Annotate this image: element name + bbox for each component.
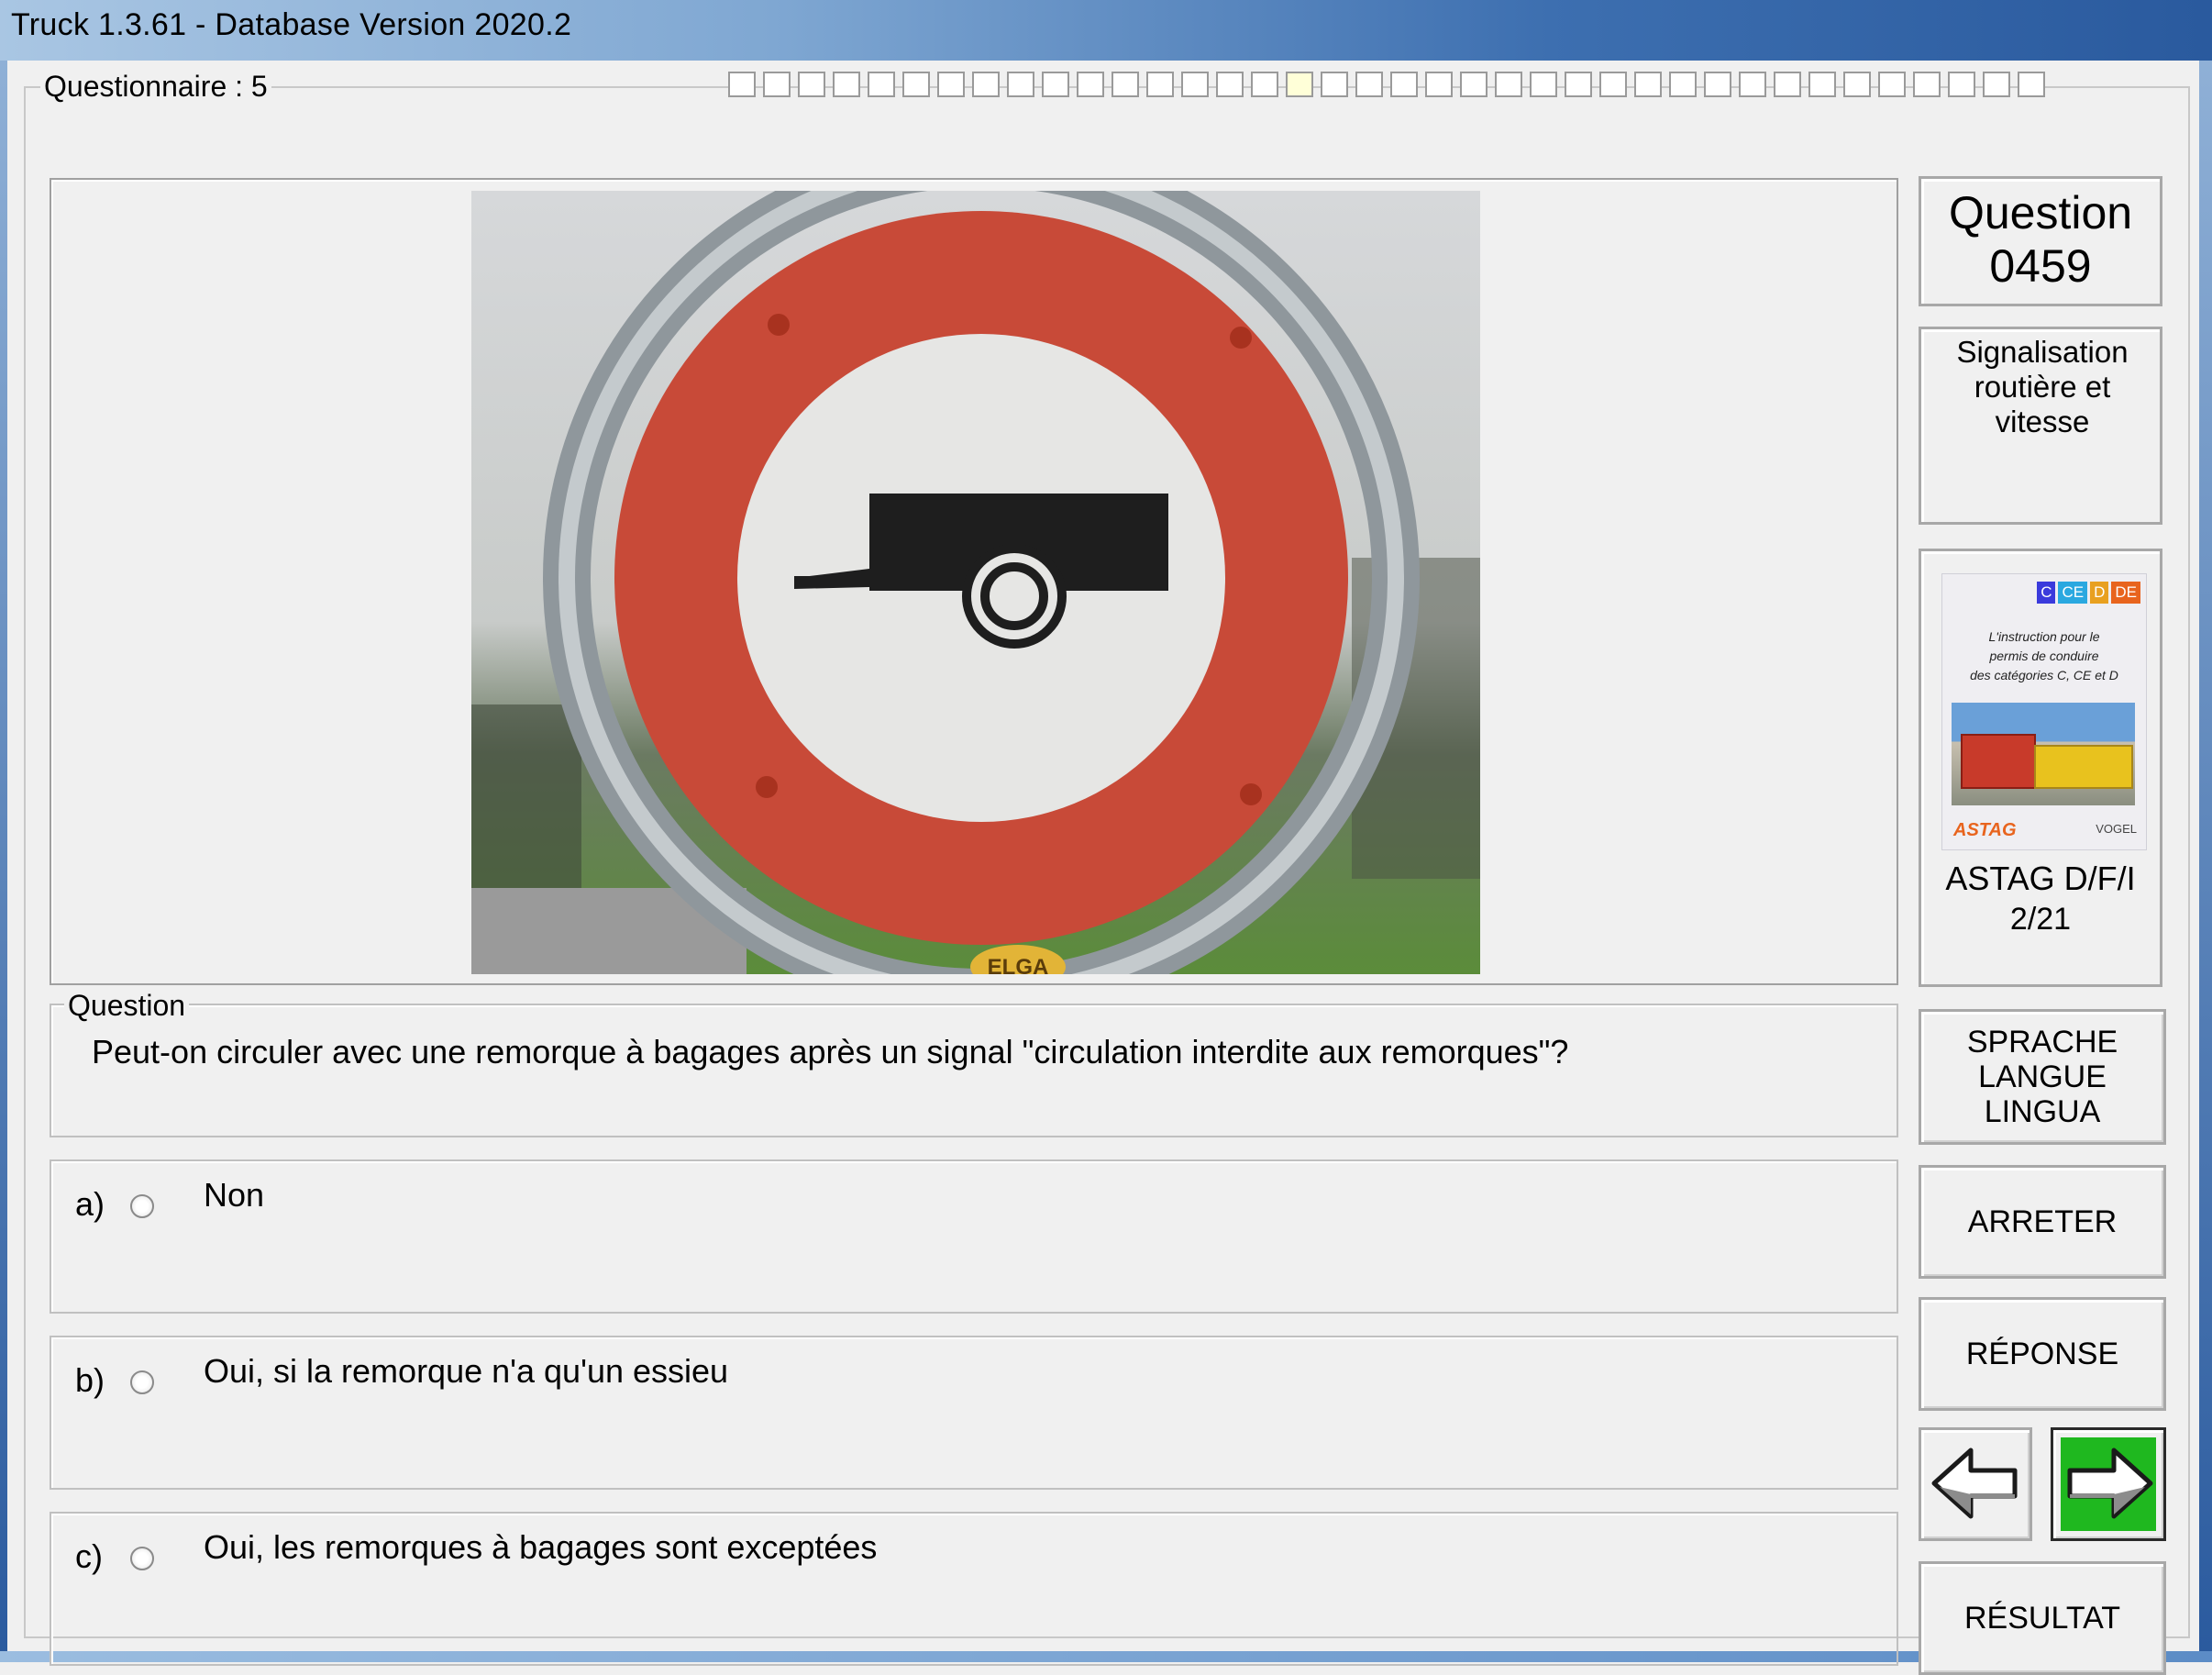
question-image-panel: ELGA xyxy=(50,178,1898,985)
progress-cell xyxy=(1181,72,1209,97)
sign-plate-text: ELGA xyxy=(988,955,1049,974)
book-tag: DE xyxy=(2111,582,2140,604)
questionnaire-label: Questionnaire : 5 xyxy=(40,70,271,104)
answer-text: Oui, les remorques à bagages sont except… xyxy=(204,1528,878,1566)
progress-cell xyxy=(1321,72,1348,97)
language-label-3: LINGUA xyxy=(1984,1094,2101,1129)
answer-text: Oui, si la remorque n'a qu'un essieu xyxy=(204,1352,729,1390)
language-button[interactable]: SPRACHE LANGUE LINGUA xyxy=(1919,1009,2166,1145)
category-line-2: routière et vitesse xyxy=(1974,370,2111,438)
no-trailers-sign-icon: ELGA xyxy=(471,191,1480,974)
book-tag: C xyxy=(2037,582,2056,604)
vogel-logo: VOGEL xyxy=(2096,822,2137,836)
book-truck-photo xyxy=(1952,703,2135,805)
answer-option-c[interactable]: c) Oui, les remorques à bagages sont exc… xyxy=(50,1512,1898,1666)
question-text: Peut-on circuler avec une remorque à bag… xyxy=(92,1033,1569,1070)
window-frame-right xyxy=(2199,61,2212,1662)
progress-cell xyxy=(902,72,930,97)
book-text-line: L'instruction pour le xyxy=(1988,629,2100,644)
answer-radio-a[interactable] xyxy=(130,1194,154,1218)
question-number-box: Question 0459 xyxy=(1919,176,2162,306)
answer-option-a[interactable]: a) Non xyxy=(50,1159,1898,1314)
progress-cell xyxy=(1565,72,1592,97)
progress-cell xyxy=(1843,72,1871,97)
question-text-box: Peut-on circuler avec une remorque à bag… xyxy=(50,1004,1898,1137)
progress-cell xyxy=(1495,72,1522,97)
bus-shape xyxy=(2034,745,2133,789)
question-number: 0459 xyxy=(1989,240,2092,292)
previous-question-button[interactable] xyxy=(1919,1427,2032,1541)
book-tag: D xyxy=(2090,582,2109,604)
window-title: Truck 1.3.61 - Database Version 2020.2 xyxy=(11,7,572,42)
truck-shape xyxy=(1961,734,2036,789)
window-titlebar: Truck 1.3.61 - Database Version 2020.2 xyxy=(0,0,2212,61)
progress-cell xyxy=(1774,72,1801,97)
arrow-right-icon xyxy=(2067,1448,2153,1519)
progress-cell xyxy=(1077,72,1104,97)
answer-letter: b) xyxy=(75,1361,105,1399)
progress-cell xyxy=(1739,72,1766,97)
window-frame-left xyxy=(0,61,7,1662)
book-cover-image: C CE D DE L'instruction pour le permis d… xyxy=(1941,573,2147,850)
progress-cell xyxy=(1983,72,2010,97)
progress-cell xyxy=(1042,72,1069,97)
astag-logo: ASTAG xyxy=(1953,820,2017,840)
progress-cell xyxy=(1112,72,1139,97)
progress-cell xyxy=(1808,72,1836,97)
answer-letter: a) xyxy=(75,1185,105,1223)
language-label-1: SPRACHE xyxy=(1966,1025,2118,1059)
progress-cell xyxy=(1251,72,1278,97)
result-button[interactable]: RÉSULTAT xyxy=(1919,1561,2166,1675)
progress-cell xyxy=(868,72,895,97)
question-section-label: Question xyxy=(64,989,190,1023)
answer-radio-b[interactable] xyxy=(130,1370,154,1394)
show-answer-button[interactable]: RÉPONSE xyxy=(1919,1297,2166,1411)
progress-cell xyxy=(833,72,860,97)
language-label-2: LANGUE xyxy=(1978,1059,2107,1094)
question-photo: ELGA xyxy=(471,191,1480,974)
client-area: Questionnaire : 5 ELGA Peut-on circuler … xyxy=(7,61,2199,1675)
progress-cell xyxy=(1948,72,1975,97)
progress-cell xyxy=(1599,72,1627,97)
progress-cell xyxy=(2018,72,2045,97)
book-text-line: permis de conduire xyxy=(1989,649,2099,663)
book-category-tags: C CE D DE xyxy=(2037,582,2140,604)
progress-cell xyxy=(1425,72,1453,97)
answer-letter: c) xyxy=(75,1537,103,1575)
arrow-left-icon xyxy=(1931,1448,2018,1519)
next-question-button[interactable] xyxy=(2051,1427,2166,1541)
progress-cell xyxy=(1216,72,1244,97)
progress-cell xyxy=(798,72,825,97)
progress-cell xyxy=(1878,72,1906,97)
progress-cell xyxy=(1390,72,1418,97)
question-category-box: Signalisation routière et vitesse xyxy=(1919,327,2162,525)
answer-option-b[interactable]: b) Oui, si la remorque n'a qu'un essieu xyxy=(50,1336,1898,1490)
progress-cell xyxy=(1669,72,1697,97)
progress-cell xyxy=(1355,72,1383,97)
progress-cell xyxy=(1634,72,1662,97)
progress-cell xyxy=(1146,72,1174,97)
progress-cell xyxy=(1007,72,1034,97)
progress-cell xyxy=(728,72,756,97)
progress-cell xyxy=(937,72,965,97)
source-line-2: 2/21 xyxy=(2009,902,2072,937)
source-line-1: ASTAG D/F/I xyxy=(1945,860,2136,897)
progress-cell xyxy=(1704,72,1731,97)
progress-cell xyxy=(1286,72,1313,97)
book-tag: CE xyxy=(2058,582,2088,604)
progress-cell xyxy=(1913,72,1941,97)
source-book-box: C CE D DE L'instruction pour le permis d… xyxy=(1919,549,2162,987)
progress-cell xyxy=(1530,72,1557,97)
progress-cell xyxy=(763,72,791,97)
question-number-label: Question xyxy=(1948,187,2133,238)
category-line-1: Signalisation xyxy=(1956,335,2129,369)
book-text-line: des catégories C, CE et D xyxy=(1970,668,2118,682)
progress-cell xyxy=(1460,72,1488,97)
answer-radio-c[interactable] xyxy=(130,1547,154,1570)
answer-text: Non xyxy=(204,1176,265,1214)
stop-button[interactable]: ARRETER xyxy=(1919,1165,2166,1279)
progress-cell xyxy=(972,72,1000,97)
question-progress-strip xyxy=(728,72,2045,99)
